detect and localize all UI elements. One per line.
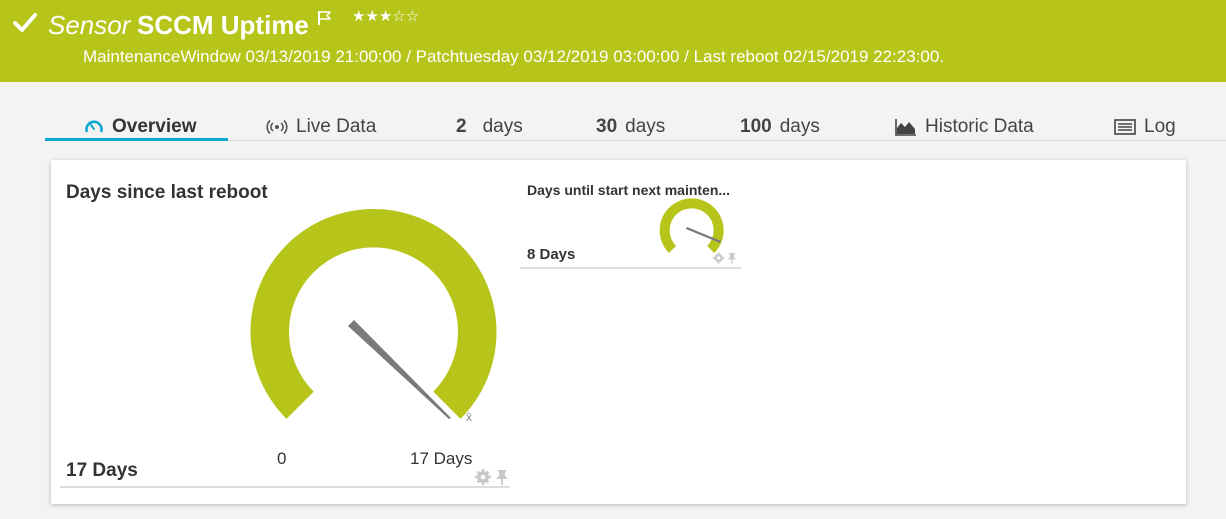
tab-log[interactable]: Log [1114, 115, 1176, 139]
tab-2-days[interactable]: 2 days [456, 115, 523, 139]
gauge-actions [710, 251, 744, 270]
tab-overview[interactable]: Overview [84, 115, 197, 139]
tab-number: 2 [456, 116, 467, 137]
gauge-divider [60, 486, 510, 488]
tab-label: days [482, 116, 523, 137]
sensor-type-label: Sensor [48, 10, 131, 40]
live-signal-icon [266, 119, 288, 135]
main-content: Overview Live Data 2 days 30 days 100 da… [0, 82, 1226, 519]
gauge-min-label: 0 [277, 449, 287, 468]
tab-label: Overview [112, 116, 197, 137]
gauge-max-label: 17 Days [410, 449, 473, 468]
mean-marker: x̄ [466, 410, 472, 424]
gauge-title: Days until start next mainten... [527, 182, 731, 198]
tab-label: days [779, 116, 820, 137]
tab-number: 100 [740, 116, 772, 137]
gauge-value: 8 Days [527, 246, 576, 263]
pin-icon[interactable] [496, 470, 508, 485]
gauge-needle [348, 320, 451, 419]
log-list-icon [1114, 119, 1136, 135]
tab-label: Log [1144, 116, 1176, 137]
gauges-panel: Days since last reboot x̄ 17 Days 0 17 D… [51, 160, 1186, 504]
tab-historic-data[interactable]: Historic Data [895, 115, 1034, 139]
tab-live-data[interactable]: Live Data [266, 115, 376, 139]
tab-100-days[interactable]: 100 days [740, 115, 820, 139]
gauge-arc [250, 208, 497, 419]
pin-icon[interactable] [727, 253, 737, 264]
gear-icon[interactable] [713, 252, 725, 264]
gauge-divider [520, 267, 741, 269]
tab-label: Live Data [296, 116, 377, 137]
gauge-icon [85, 120, 103, 133]
sensor-header: Sensor SCCM Uptime ★★★☆☆ MaintenanceWind… [0, 0, 1226, 82]
tab-30-days[interactable]: 30 days [596, 115, 665, 139]
priority-stars[interactable]: ★★★☆☆ [352, 8, 419, 26]
gauge-actions [475, 467, 515, 492]
sensor-name: SCCM Uptime [137, 10, 309, 40]
gear-icon[interactable] [475, 469, 491, 485]
tab-label: Historic Data [925, 116, 1034, 137]
tab-label: days [625, 116, 666, 137]
gauge-value: 17 Days [66, 460, 138, 481]
tab-number: 30 [596, 116, 618, 137]
days-since-reboot-gauge: x̄ [250, 208, 497, 424]
area-chart-icon [895, 119, 916, 136]
flag-icon[interactable] [316, 9, 334, 27]
sensor-message: MaintenanceWindow 03/13/2019 21:00:00 / … [83, 47, 945, 66]
check-icon [13, 13, 37, 32]
